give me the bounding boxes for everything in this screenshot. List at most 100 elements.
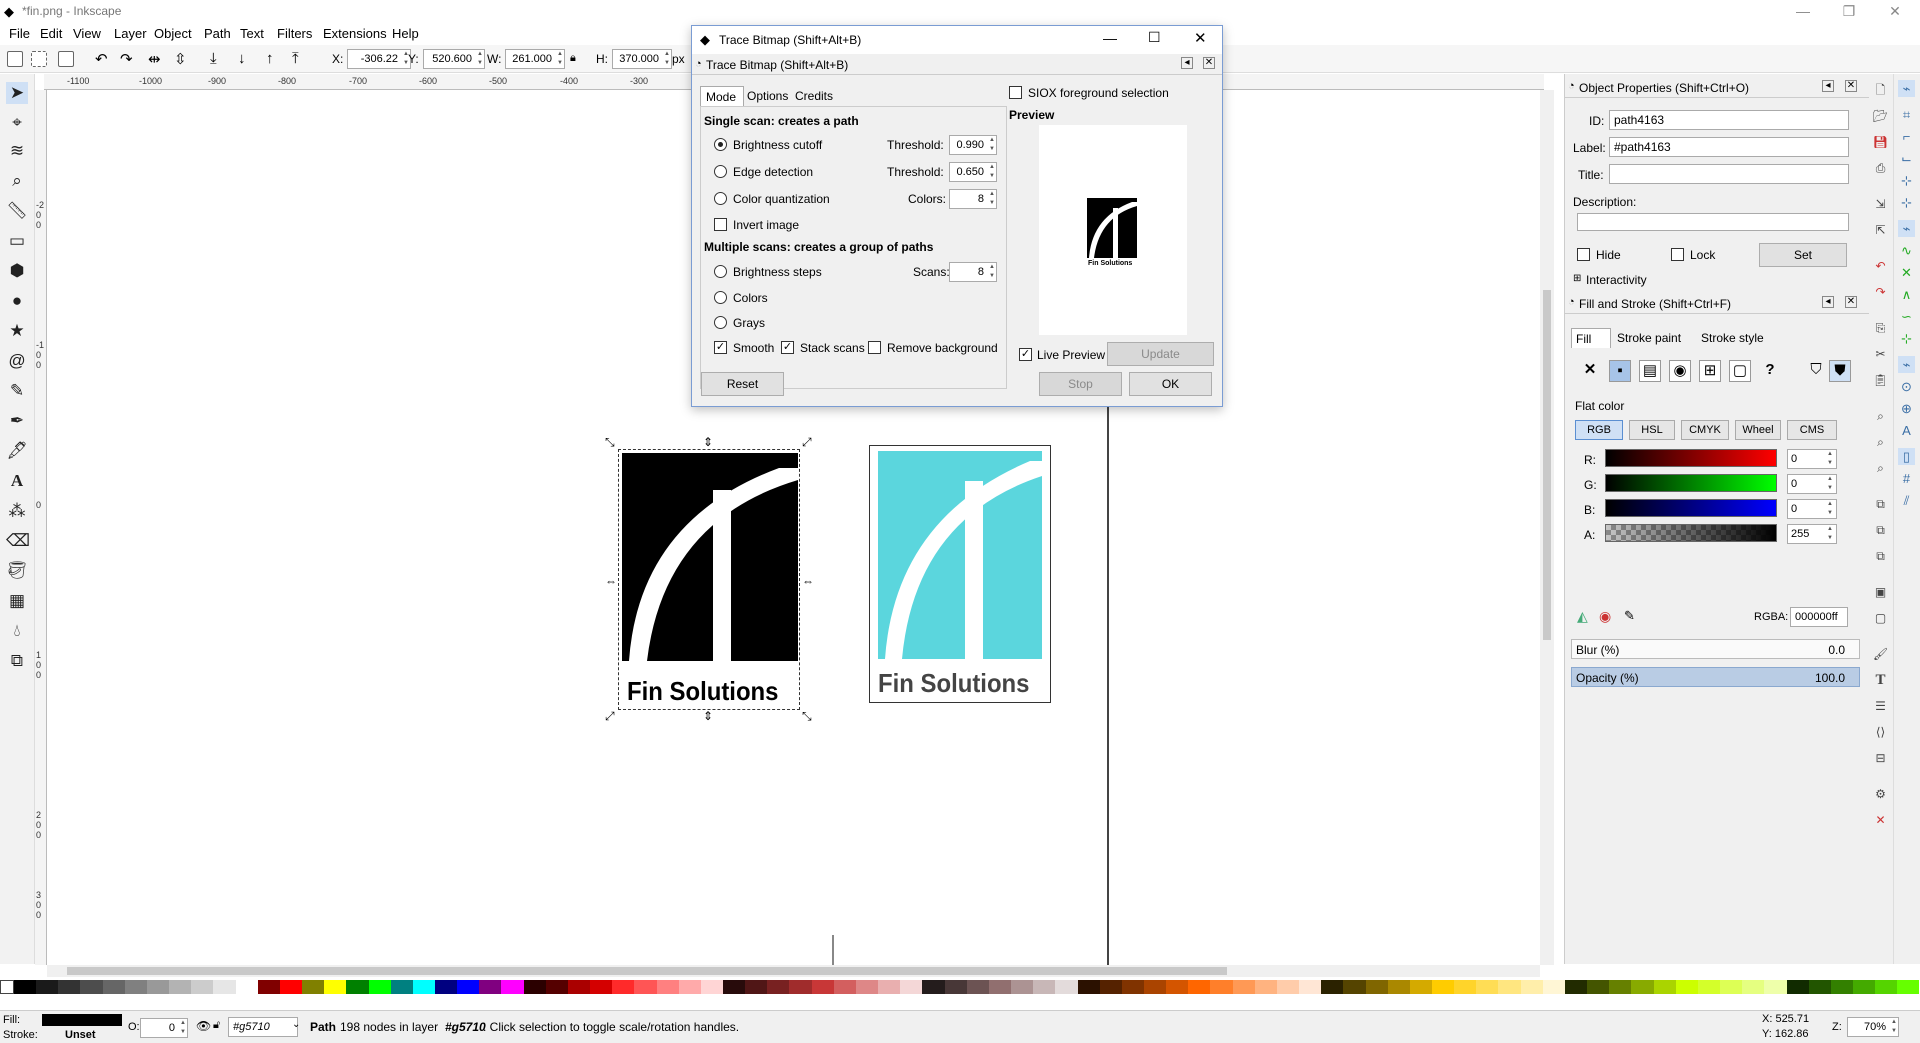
snap-enable-icon[interactable]: ⌁ [1898, 80, 1915, 97]
mode-cmyk[interactable]: CMYK [1681, 420, 1729, 440]
g-slider[interactable] [1605, 474, 1777, 492]
dock-toggle-icon[interactable]: ◂ [1181, 57, 1193, 69]
scale-handle-se[interactable]: ⤡ [802, 710, 812, 722]
expander-icon[interactable]: ⊞ [1573, 273, 1581, 284]
document-properties-icon[interactable]: ⚙ [1872, 786, 1889, 803]
scale-handle-sw[interactable]: ⤢ [605, 710, 615, 722]
palette-swatch[interactable] [922, 980, 945, 994]
snap-rotation-center-icon[interactable]: ⊕ [1898, 400, 1915, 417]
color-quantization-label[interactable]: Color quantization [733, 192, 830, 206]
spray-tool-icon[interactable]: ⁂ [6, 500, 28, 522]
raise-icon[interactable]: ↑ [266, 50, 274, 67]
palette-swatch[interactable] [1897, 980, 1920, 994]
vertical-scrollbar-thumb[interactable] [1543, 290, 1551, 640]
palette-swatch[interactable] [545, 980, 568, 994]
snap-page-border-icon[interactable]: ▯ [1898, 448, 1915, 465]
palette-swatch[interactable] [302, 980, 325, 994]
copy-icon[interactable]: ⎘ [1872, 320, 1889, 337]
palette-swatch[interactable] [590, 980, 613, 994]
scale-handle-w[interactable]: ⇔ [605, 575, 617, 587]
palette-swatch[interactable] [1631, 980, 1654, 994]
siox-label[interactable]: SIOX foreground selection [1028, 86, 1169, 100]
mode-rgb[interactable]: RGB [1575, 420, 1623, 440]
mode-hsl[interactable]: HSL [1629, 420, 1675, 440]
tab-options[interactable]: Options [747, 89, 788, 103]
duplicate-icon[interactable]: ⧉ [1872, 496, 1889, 513]
mode-wheel[interactable]: Wheel [1735, 420, 1781, 440]
palette-swatch[interactable] [368, 980, 391, 994]
palette-swatch[interactable] [146, 980, 170, 994]
smooth-label[interactable]: Smooth [733, 341, 774, 355]
palette-swatch[interactable] [1542, 980, 1565, 994]
palette-swatch[interactable] [1166, 980, 1189, 994]
snap-cusp-nodes-icon[interactable]: ∧ [1898, 286, 1915, 303]
ok-button[interactable]: OK [1129, 372, 1212, 396]
palette-swatch[interactable] [745, 980, 768, 994]
palette-swatch[interactable] [1365, 980, 1388, 994]
g-input[interactable]: 0 [1787, 474, 1837, 494]
vertical-scrollbar[interactable] [1540, 90, 1554, 965]
layers-dialog-icon[interactable]: ☰ [1872, 698, 1889, 715]
no-paint-icon[interactable]: ✕ [1579, 360, 1601, 382]
palette-swatch[interactable] [1498, 980, 1521, 994]
snap-grids-icon[interactable]: # [1898, 470, 1915, 487]
palette-swatch[interactable] [900, 980, 923, 994]
snap-paths-icon[interactable]: ∿ [1898, 242, 1915, 259]
b-slider[interactable] [1605, 499, 1777, 517]
linear-gradient-icon[interactable]: ▤ [1639, 360, 1661, 382]
stack-scans-checkbox[interactable]: ✓ [781, 341, 794, 354]
lock-label[interactable]: Lock [1690, 248, 1715, 262]
palette-swatch[interactable] [1254, 980, 1277, 994]
paste-icon[interactable]: 📋︎ [1872, 372, 1889, 389]
palette-swatch[interactable] [1609, 980, 1632, 994]
chevron-down-icon[interactable]: ⌄ [292, 1019, 300, 1030]
palette-swatch[interactable] [1520, 980, 1543, 994]
zoom-tool-icon[interactable]: ⌕ [6, 170, 28, 192]
palette-swatch[interactable] [1409, 980, 1432, 994]
palette-swatch[interactable] [1454, 980, 1477, 994]
text-font-dialog-icon[interactable]: T [1872, 672, 1889, 689]
undo-icon[interactable]: ↶ [1872, 258, 1889, 275]
snap-bbox-edge-icon[interactable]: ⌐ [1898, 128, 1915, 145]
palette-swatch[interactable] [1299, 980, 1322, 994]
b-input[interactable]: 0 [1787, 499, 1837, 519]
palette-swatch[interactable] [966, 980, 989, 994]
menu-text[interactable]: Text [240, 26, 264, 41]
palette-swatch[interactable] [1077, 980, 1100, 994]
palette-swatch[interactable] [1720, 980, 1743, 994]
tab-stroke-paint[interactable]: Stroke paint [1617, 331, 1681, 345]
palette-swatch[interactable] [102, 980, 125, 994]
palette-swatch[interactable] [1055, 980, 1078, 994]
edge-threshold-input[interactable]: 0.650 [949, 162, 997, 182]
title-field[interactable] [1609, 164, 1849, 184]
palette-swatch[interactable] [700, 980, 723, 994]
blur-slider[interactable]: Blur (%) 0.0 [1571, 639, 1860, 659]
opacity-slider[interactable]: Opacity (%) 100.0 [1571, 667, 1860, 687]
palette-swatch[interactable] [878, 980, 901, 994]
palette-swatch[interactable] [944, 980, 967, 994]
deselect-icon[interactable] [58, 51, 74, 67]
align-distribute-icon[interactable]: ⊟ [1872, 750, 1889, 767]
edge-detection-label[interactable]: Edge detection [733, 165, 813, 179]
palette-swatch[interactable] [1764, 980, 1787, 994]
snap-bbox-corner-icon[interactable]: ⌙ [1898, 150, 1915, 167]
eraser-tool-icon[interactable]: ⌫ [6, 530, 30, 552]
flip-horizontal-icon[interactable]: ⇹ [148, 50, 161, 68]
dialog-minimize-button[interactable]: — [1103, 30, 1117, 46]
palette-swatch[interactable] [412, 980, 435, 994]
menu-path[interactable]: Path [204, 26, 231, 41]
palette-swatch[interactable] [434, 980, 458, 994]
traced-logo[interactable]: Fin Solutions [618, 449, 800, 710]
x-input[interactable]: -306.22 [347, 49, 411, 69]
palette-swatch[interactable] [567, 980, 591, 994]
a-slider[interactable] [1605, 524, 1777, 542]
palette-swatch[interactable] [479, 980, 502, 994]
dialog-maximize-button[interactable]: ☐ [1148, 29, 1161, 46]
scale-handle-n[interactable]: ⇕ [703, 436, 713, 448]
dock-close-icon[interactable]: ✕ [1203, 57, 1215, 69]
grays-option-label[interactable]: Grays [733, 316, 765, 330]
palette-swatch[interactable] [988, 980, 1012, 994]
rotate-cw-icon[interactable]: ↷ [120, 50, 133, 68]
menu-extensions[interactable]: Extensions [323, 26, 387, 41]
palette-swatch[interactable] [390, 980, 413, 994]
